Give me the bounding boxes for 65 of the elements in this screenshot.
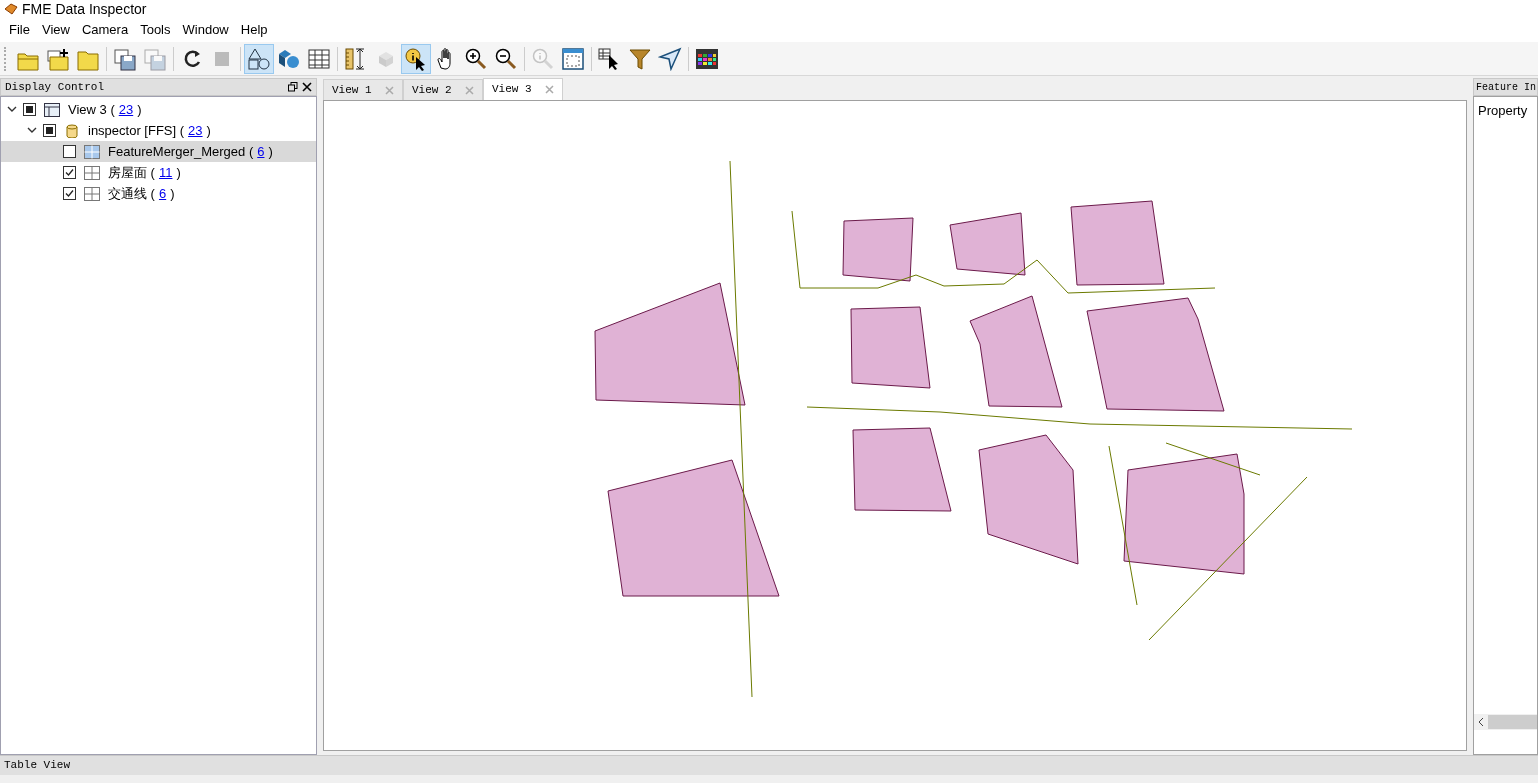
checkbox[interactable] xyxy=(43,124,56,137)
tree-item-label[interactable]: 房屋面 ( xyxy=(108,162,155,183)
magnifier-info-icon xyxy=(531,46,555,71)
tree-item-label[interactable]: 交通线 ( xyxy=(108,183,155,204)
checkbox[interactable] xyxy=(23,103,36,116)
tab[interactable]: View 2 xyxy=(403,79,483,100)
count-link[interactable]: 6 xyxy=(257,141,265,162)
chevron-down-icon[interactable] xyxy=(7,106,17,113)
close-icon[interactable] xyxy=(302,82,312,92)
grid-layer-icon xyxy=(84,144,100,159)
tree-item-label[interactable]: View 3 ( xyxy=(68,99,115,120)
tree-row[interactable]: FeatureMerger_Merged ( 6 ) xyxy=(1,141,316,162)
filter-icon xyxy=(628,46,652,71)
checkbox[interactable] xyxy=(63,187,76,200)
count-link[interactable]: 23 xyxy=(188,120,203,141)
tree-row[interactable]: 房屋面 ( 11 ) xyxy=(1,162,316,183)
grid-layer-icon xyxy=(84,165,100,180)
closing-parenthesis: ) xyxy=(170,184,175,203)
menu-item[interactable]: View xyxy=(36,20,75,40)
restore-icon[interactable] xyxy=(288,82,298,92)
toolbar-button[interactable] xyxy=(401,43,431,74)
window-title: FME Data Inspector xyxy=(22,0,147,19)
closing-parenthesis: ) xyxy=(206,121,211,140)
menu-item[interactable]: File xyxy=(4,20,35,40)
column-header: Property xyxy=(1477,102,1529,120)
closing-parenthesis: ) xyxy=(176,163,181,182)
tree-item-label[interactable]: inspector [FFS] ( xyxy=(88,120,185,141)
tab[interactable]: View 3 xyxy=(483,78,563,100)
tab[interactable]: View 1 xyxy=(323,79,403,100)
menu-item[interactable]: Camera xyxy=(76,20,134,40)
tree-row[interactable]: inspector [FFS] ( 23 ) xyxy=(1,120,316,141)
zoom-extent-icon xyxy=(561,46,585,71)
count-link[interactable]: 6 xyxy=(158,183,167,204)
app-logo-icon xyxy=(4,3,18,15)
horizontal-scrollbar[interactable] xyxy=(1474,714,1537,730)
building-polygon xyxy=(842,217,914,282)
tree-row[interactable]: View 3 ( 23 ) xyxy=(1,99,316,120)
shapes-icon xyxy=(247,46,271,71)
tree-item-label[interactable]: FeatureMerger_Merged ( xyxy=(108,141,254,162)
save-icon xyxy=(113,46,137,71)
save-icon xyxy=(143,46,167,71)
view-window-icon xyxy=(44,102,60,117)
menu-item[interactable]: Tools xyxy=(135,20,176,40)
pointer-arrow-icon xyxy=(658,46,682,71)
chevron-down-icon[interactable] xyxy=(27,127,37,134)
panel-title: Display Control xyxy=(5,79,105,95)
database-icon xyxy=(64,123,80,138)
count-link[interactable]: 23 xyxy=(118,99,134,120)
checkbox[interactable] xyxy=(63,166,76,179)
zoom-in-icon xyxy=(464,46,488,71)
closing-parenthesis: ) xyxy=(268,142,273,161)
panel-title: Table View xyxy=(4,758,70,774)
menu-item[interactable]: Window xyxy=(177,20,234,40)
checkbox[interactable] xyxy=(63,145,76,158)
color-grid-icon xyxy=(695,46,719,71)
tree-row[interactable]: 交通线 ( 6 ) xyxy=(1,183,316,204)
toolbar-button[interactable] xyxy=(244,43,274,74)
menu-item[interactable]: Help xyxy=(235,20,273,40)
zoom-out-icon xyxy=(494,46,518,71)
grid-layer-icon xyxy=(84,186,100,201)
closing-parenthesis: ) xyxy=(137,100,142,119)
count-link[interactable]: 11 xyxy=(158,162,173,183)
folder-add-icon xyxy=(46,46,70,71)
table-icon xyxy=(307,46,331,71)
panel-title: Feature In xyxy=(1476,80,1536,95)
